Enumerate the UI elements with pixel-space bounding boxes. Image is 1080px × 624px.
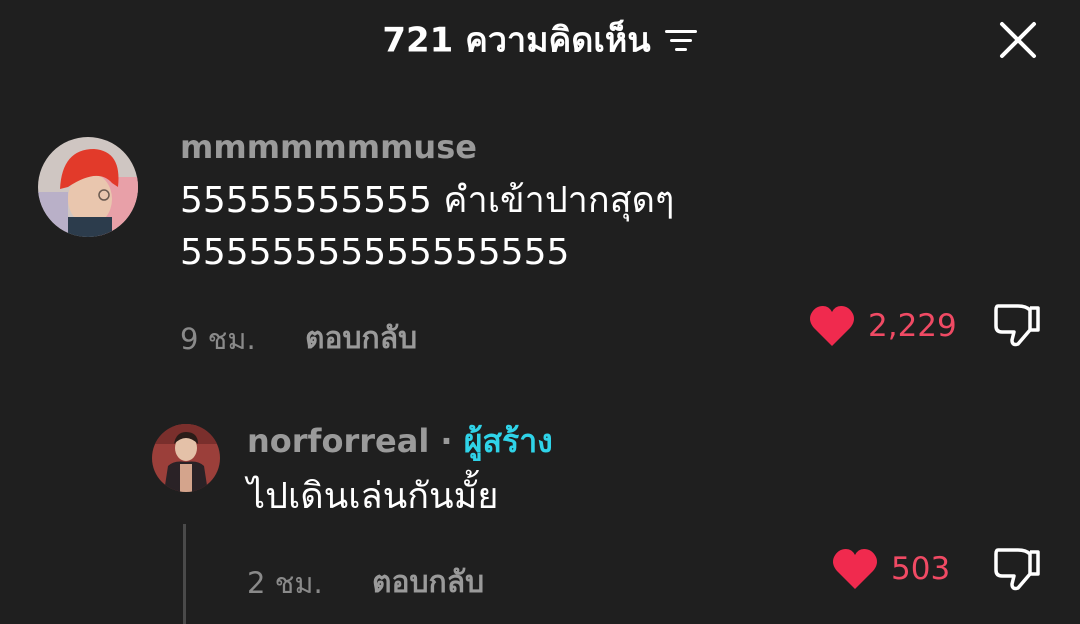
comment-text-line-2: 55555555555555555 bbox=[180, 232, 570, 273]
reply-text: ไปเดินเล่นกันมั้ย bbox=[247, 476, 499, 517]
avatar[interactable] bbox=[152, 424, 220, 492]
avatar-image bbox=[38, 137, 138, 237]
heart-icon bbox=[810, 306, 854, 346]
avatar-image bbox=[152, 424, 220, 492]
comments-header: 721 ความคิดเห็น bbox=[0, 0, 1080, 80]
like-count: 2,229 bbox=[868, 308, 957, 344]
dislike-icon[interactable] bbox=[992, 300, 1042, 350]
like-button[interactable]: 2,229 bbox=[808, 301, 957, 351]
comment-username[interactable]: mmmmmmmuse bbox=[180, 128, 477, 166]
dislike-icon[interactable] bbox=[992, 544, 1042, 594]
comment-timestamp: 9 ชม. bbox=[180, 322, 256, 356]
comment-text-line-1: 55555555555 คำเข้าปากสุดๆ bbox=[180, 180, 675, 221]
reply-username-line: norforreal · ผู้สร้าง bbox=[247, 416, 553, 467]
close-icon[interactable] bbox=[996, 18, 1040, 62]
comments-count-title: 721 ความคิดเห็น bbox=[382, 20, 651, 61]
header-title-wrap: 721 ความคิดเห็น bbox=[0, 16, 1080, 64]
like-button[interactable]: 503 bbox=[831, 544, 950, 594]
reply-timestamp: 2 ชม. bbox=[247, 566, 323, 600]
reply-button[interactable]: ตอบกลับ bbox=[305, 315, 417, 362]
avatar[interactable] bbox=[38, 137, 138, 237]
creator-badge: ผู้สร้าง bbox=[463, 422, 553, 460]
reply-button[interactable]: ตอบกลับ bbox=[372, 559, 484, 606]
filter-icon[interactable] bbox=[664, 27, 698, 55]
separator-dot: · bbox=[440, 422, 453, 460]
reply-username[interactable]: norforreal bbox=[247, 422, 429, 460]
like-count: 503 bbox=[891, 551, 951, 587]
thread-line bbox=[183, 524, 186, 624]
heart-icon bbox=[833, 549, 877, 589]
